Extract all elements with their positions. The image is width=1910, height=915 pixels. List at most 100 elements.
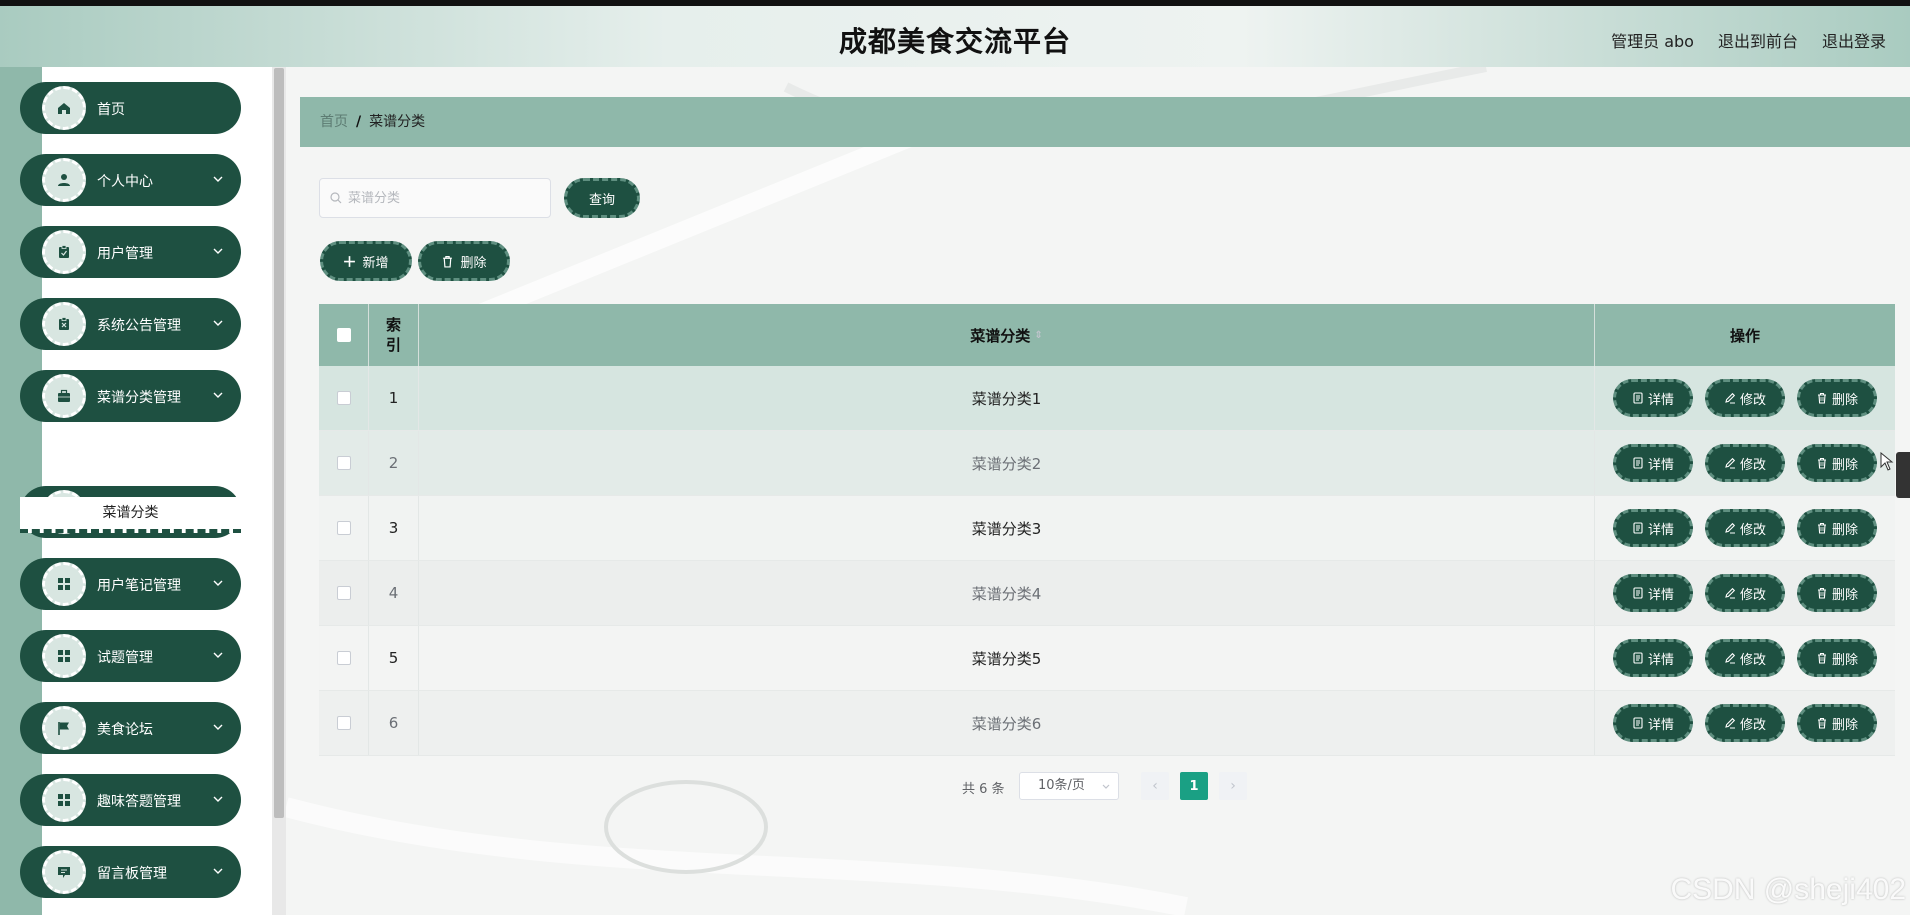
logout-link[interactable]: 退出登录: [1822, 28, 1886, 52]
sidebar-item-4[interactable]: 菜谱分类管理: [20, 370, 241, 422]
mouse-cursor-icon: [1880, 452, 1894, 471]
top-header: 成都美食交流平台 管理员 abo 退出到前台 退出登录: [0, 6, 1910, 67]
next-page-button[interactable]: ›: [1219, 772, 1247, 800]
sidebar-item-2[interactable]: 用户管理: [20, 226, 241, 278]
clipboard-x-icon: [59, 317, 69, 330]
row-actions: 详情 修改 删除: [1595, 366, 1895, 430]
detail-button-label: 详情: [1647, 392, 1674, 408]
row-name-label: 菜谱分类5: [971, 649, 1042, 668]
sidebar-item-label: 趣味答题管理: [97, 794, 181, 810]
row-checkbox[interactable]: [336, 456, 351, 470]
delete-button[interactable]: 删除: [1797, 379, 1877, 417]
grid-icon-badge: [42, 778, 86, 822]
detail-button[interactable]: 详情: [1613, 639, 1693, 677]
row-checkbox[interactable]: [336, 521, 351, 535]
grid-icon: [58, 650, 70, 662]
delete-button[interactable]: 删除: [1797, 444, 1877, 482]
row-checkbox[interactable]: [336, 716, 351, 730]
add-button[interactable]: 新增: [320, 241, 412, 281]
header-links: 管理员 abo 退出到前台 退出登录: [1611, 28, 1886, 52]
trash-icon: [1817, 522, 1826, 534]
search-icon: [330, 192, 342, 204]
sidebar-item-7[interactable]: 试题管理: [20, 630, 241, 682]
row-actions: 详情 修改 删除: [1595, 626, 1895, 690]
detail-button-label: 详情: [1647, 587, 1674, 603]
sidebar-scrollbar-thumb[interactable]: [274, 68, 284, 818]
search-box[interactable]: [319, 178, 551, 218]
detail-button[interactable]: 详情: [1613, 379, 1693, 417]
sidebar-item-9[interactable]: 趣味答题管理: [20, 774, 241, 826]
detail-button[interactable]: 详情: [1613, 509, 1693, 547]
table-row[interactable]: 6 菜谱分类6 详情 修改 删除: [319, 691, 1895, 756]
sidebar-item-0[interactable]: 首页: [20, 82, 241, 134]
row-name: 菜谱分类4: [419, 561, 1595, 625]
page-size-select[interactable]: 10条/页: [1019, 772, 1119, 800]
row-checkbox[interactable]: [336, 391, 351, 405]
edit-button[interactable]: 修改: [1705, 639, 1785, 677]
bulk-delete-button[interactable]: 删除: [418, 241, 510, 281]
briefcase-icon-badge: [42, 374, 86, 418]
delete-button[interactable]: 删除: [1797, 704, 1877, 742]
delete-button[interactable]: 删除: [1797, 639, 1877, 677]
breadcrumb-home[interactable]: 首页: [320, 114, 348, 130]
detail-button[interactable]: 详情: [1613, 444, 1693, 482]
row-checkbox[interactable]: [336, 586, 351, 600]
table-row[interactable]: 2 菜谱分类2 详情 修改 删除: [319, 431, 1895, 496]
detail-button[interactable]: 详情: [1613, 574, 1693, 612]
prev-page-button[interactable]: ‹: [1141, 772, 1169, 800]
sidebar-subitem-recipe-category[interactable]: 菜谱分类: [20, 497, 241, 533]
header-checkbox-cell: [319, 304, 369, 366]
table-row[interactable]: 1 菜谱分类1 详情 修改 删除: [319, 366, 1895, 431]
header-name[interactable]: 菜谱分类 ⇕: [419, 304, 1595, 366]
grid-icon: [58, 578, 70, 590]
row-checkbox-cell: [319, 366, 369, 430]
admin-user-link[interactable]: 管理员 abo: [1611, 28, 1694, 52]
trash-icon: [1817, 392, 1826, 404]
clipboard-x-icon-badge: [42, 302, 86, 346]
edit-button[interactable]: 修改: [1705, 379, 1785, 417]
side-panel-toggle[interactable]: [1896, 452, 1910, 498]
detail-button[interactable]: 详情: [1613, 704, 1693, 742]
sidebar-item-label: 留言板管理: [97, 866, 167, 882]
row-actions: 详情 修改 删除: [1595, 431, 1895, 495]
header-actions: 操作: [1595, 304, 1895, 366]
row-actions: 详情 修改 删除: [1595, 496, 1895, 560]
delete-button[interactable]: 删除: [1797, 509, 1877, 547]
row-name-label: 菜谱分类3: [971, 519, 1042, 538]
header-actions-label: 操作: [1729, 326, 1760, 345]
delete-button-label: 删除: [1831, 392, 1858, 408]
back-to-front-link[interactable]: 退出到前台: [1718, 28, 1798, 52]
edit-button[interactable]: 修改: [1705, 704, 1785, 742]
chevron-left-icon: ‹: [1152, 778, 1158, 794]
edit-button[interactable]: 修改: [1705, 509, 1785, 547]
sidebar-item-10[interactable]: 留言板管理: [20, 846, 241, 898]
table-row[interactable]: 3 菜谱分类3 详情 修改 删除: [319, 496, 1895, 561]
document-icon: [1633, 587, 1643, 599]
sidebar-item-label: 系统公告管理: [97, 318, 181, 334]
delete-button[interactable]: 删除: [1797, 574, 1877, 612]
chevron-down-icon: [213, 796, 223, 802]
row-index-label: 1: [388, 389, 399, 407]
search-input[interactable]: [348, 190, 538, 206]
detail-button-label: 详情: [1647, 652, 1674, 668]
sort-caret-icon[interactable]: ⇕: [1034, 330, 1042, 341]
edit-icon: [1725, 717, 1736, 729]
edit-button[interactable]: 修改: [1705, 574, 1785, 612]
delete-button-label: 删除: [1831, 522, 1858, 538]
chevron-down-icon: [213, 248, 223, 254]
grid-icon-badge: [42, 562, 86, 606]
row-name: 菜谱分类1: [419, 366, 1595, 430]
chevron-down-icon: [213, 176, 223, 182]
chevron-down-icon: [213, 320, 223, 326]
sidebar-item-8[interactable]: 美食论坛: [20, 702, 241, 754]
table-row[interactable]: 4 菜谱分类4 详情 修改 删除: [319, 561, 1895, 626]
edit-button[interactable]: 修改: [1705, 444, 1785, 482]
page-number-button[interactable]: 1: [1180, 772, 1208, 800]
select-all-checkbox[interactable]: [336, 328, 351, 342]
sidebar-item-1[interactable]: 个人中心: [20, 154, 241, 206]
sidebar-item-3[interactable]: 系统公告管理: [20, 298, 241, 350]
query-button[interactable]: 查询: [564, 178, 640, 218]
table-row[interactable]: 5 菜谱分类5 详情 修改 删除: [319, 626, 1895, 691]
row-checkbox[interactable]: [336, 651, 351, 665]
sidebar-item-6[interactable]: 用户笔记管理: [20, 558, 241, 610]
